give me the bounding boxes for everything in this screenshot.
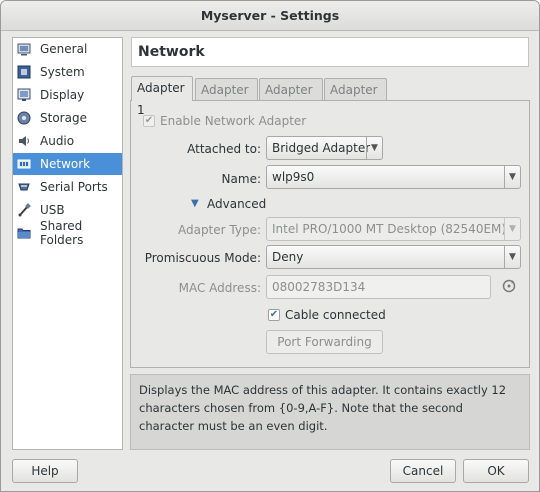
promiscuous-mode-label: Promiscuous Mode: [144,251,261,265]
mac-address-label: MAC Address: [178,281,261,295]
tab-adapter-1[interactable]: Adapter 1 [131,76,193,117]
adapter-type-select[interactable]: Intel PRO/1000 MT Desktop (82540EM) ▼ [266,217,521,241]
shared-folders-icon [17,226,31,240]
cable-connected-label: Cable connected [285,308,386,322]
sidebar-item-network[interactable]: Network [13,153,122,175]
window-title: Myserver - Settings [1,1,539,31]
attached-to-select[interactable]: Bridged Adapter ▼ [266,136,383,160]
promiscuous-mode-select[interactable]: Deny ▼ [266,245,521,269]
sidebar-item-shared-folders[interactable]: Shared Folders [13,219,122,247]
sidebar-item-label: General [40,42,88,56]
sidebar-item-label: Audio [40,134,75,148]
adapter-type-value: Intel PRO/1000 MT Desktop (82540EM) [272,222,507,236]
sidebar-item-audio[interactable]: Audio [13,130,122,152]
sidebar-item-serial-ports[interactable]: Serial Ports [13,176,122,198]
tab-adapter-4[interactable]: Adapter 4 [324,78,387,119]
settings-window: Myserver - Settings General System Displ… [0,0,540,492]
sidebar-item-label: Shared Folders [40,219,84,247]
refresh-mac-icon[interactable] [501,278,517,294]
help-button[interactable]: Help [12,459,78,483]
sidebar-item-system[interactable]: System [13,61,122,83]
page-title: Network [131,37,529,67]
attached-to-label: Attached to: [187,142,261,156]
attached-to-value: Bridged Adapter [272,141,371,155]
tab-adapter-2[interactable]: Adapter 2 [195,78,258,119]
name-select[interactable]: wlp9s0 ▼ [266,165,521,189]
sidebar-item-usb[interactable]: USB [13,199,122,221]
display-icon [17,88,31,102]
sidebar-item-label: Display [40,88,85,102]
advanced-label[interactable]: Advanced [207,197,266,211]
sidebar-item-label: Storage [40,111,87,125]
sidebar-item-label: System [40,65,85,79]
cancel-button[interactable]: Cancel [390,459,456,483]
sidebar-item-label: USB [40,203,65,217]
name-label: Name: [221,172,261,186]
sidebar-item-label: Serial Ports [40,180,108,194]
port-forwarding-button[interactable]: Port Forwarding [266,330,383,354]
enable-adapter-label: Enable Network Adapter [160,114,307,128]
promiscuous-mode-value: Deny [272,250,304,264]
ok-button[interactable]: OK [463,459,529,483]
system-icon [17,65,31,79]
usb-icon [17,203,31,217]
expander-arrow-icon[interactable]: ▼ [191,198,199,209]
enable-adapter-checkbox[interactable]: ✔ [143,115,155,127]
mac-address-field[interactable]: 08002783D134 [266,275,491,299]
chevron-down-icon: ▼ [366,137,382,159]
sidebar: General System Display Storage Audio Net… [12,37,123,450]
cable-connected-checkbox[interactable]: ✔ [268,309,280,321]
network-icon [17,157,31,171]
chevron-down-icon: ▼ [504,166,520,188]
serial-ports-icon [17,180,31,194]
adapter-type-label: Adapter Type: [177,223,261,237]
help-text: Displays the MAC address of this adapter… [130,374,530,450]
sidebar-item-general[interactable]: General [13,38,122,60]
sidebar-item-storage[interactable]: Storage [13,107,122,129]
chevron-down-icon: ▼ [504,246,520,268]
storage-icon [17,111,31,125]
general-icon [17,42,31,56]
name-value: wlp9s0 [272,170,315,184]
tab-adapter-3[interactable]: Adapter 3 [259,78,323,119]
adapter-panel: ✔ Enable Network Adapter Attached to: Br… [130,100,530,368]
chevron-down-icon: ▼ [504,218,520,240]
sidebar-item-display[interactable]: Display [13,84,122,106]
audio-icon [17,134,31,148]
sidebar-item-label: Network [40,157,91,171]
